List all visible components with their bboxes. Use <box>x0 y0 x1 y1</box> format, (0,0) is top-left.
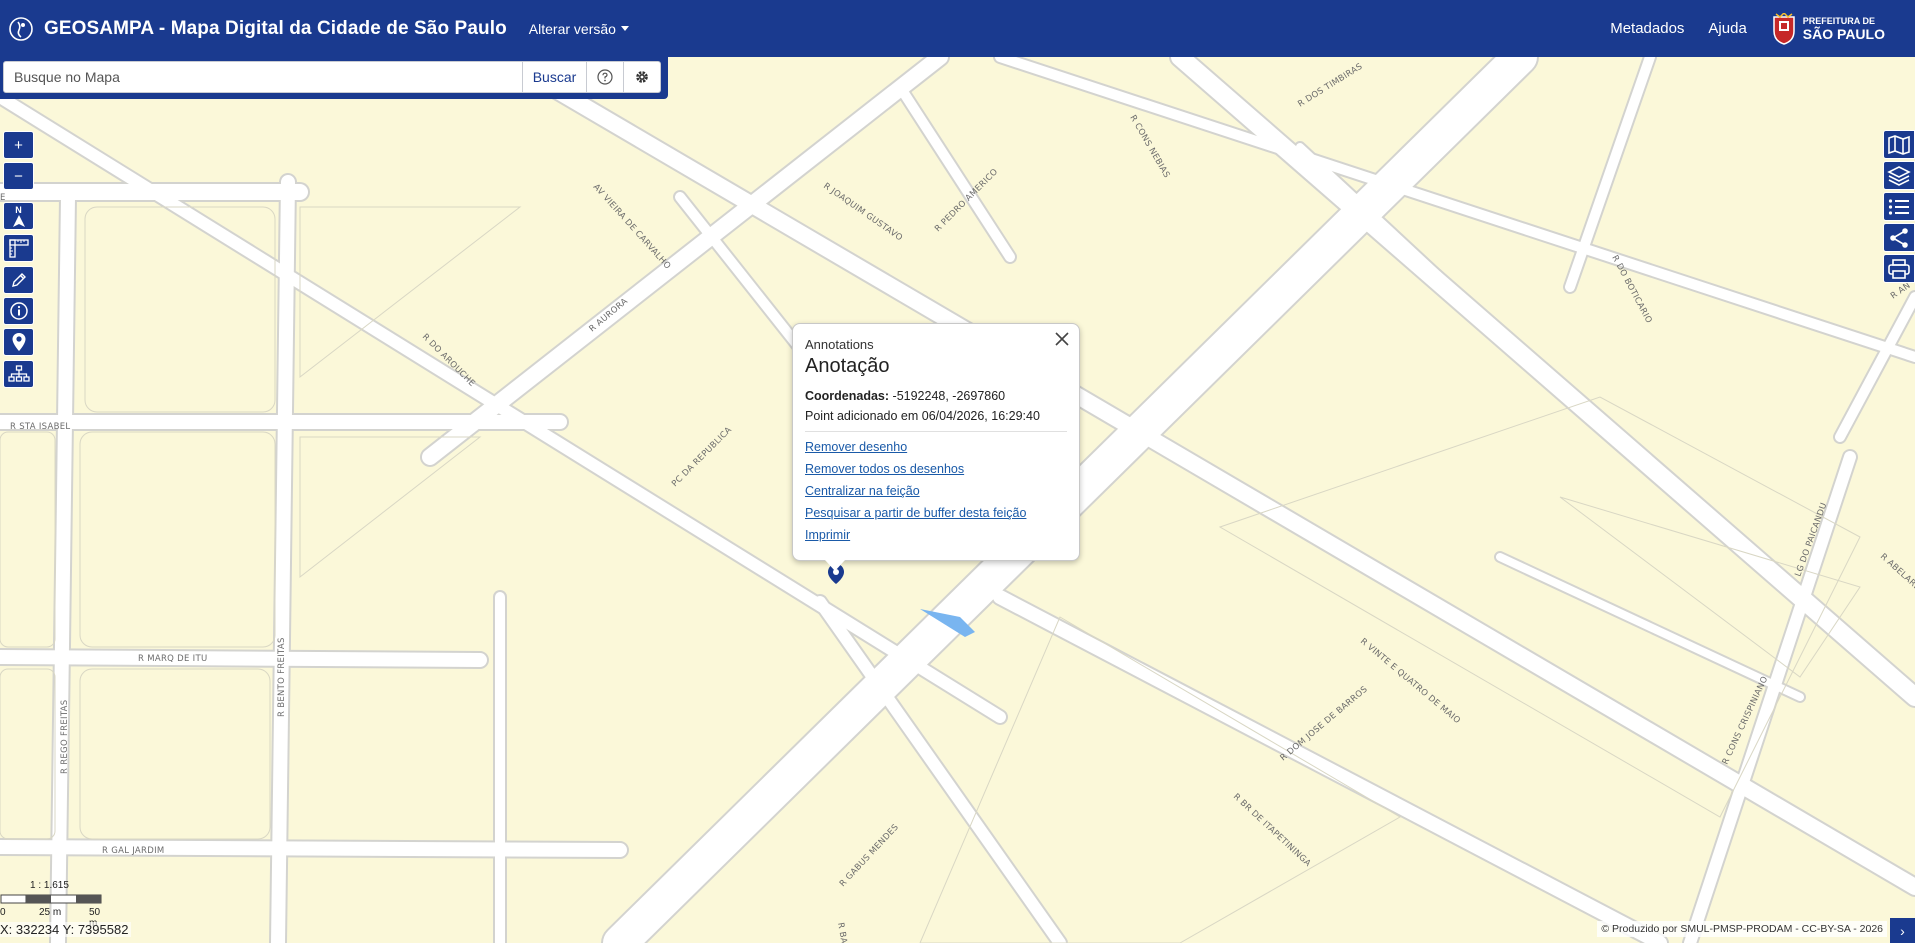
version-dropdown-label: Alterar versão <box>528 20 616 37</box>
coordinates-label: Coordenadas: <box>805 389 890 403</box>
street-label: R REGO FREITAS <box>60 700 70 774</box>
marker-button[interactable] <box>3 328 34 356</box>
street-label: R MARQ DE ITU <box>138 654 208 664</box>
print-link[interactable]: Imprimir <box>805 524 1067 546</box>
mouse-coordinates: X: 332234 Y: 7395582 <box>0 922 132 937</box>
remove-drawing-link[interactable]: Remover desenho <box>805 436 1067 458</box>
info-icon <box>9 302 28 320</box>
prefeitura-logo[interactable]: PREFEITURA DE SÃO PAULO <box>1771 12 1885 45</box>
map-pin-icon <box>12 333 25 351</box>
scale-tick-1: 25 m <box>39 907 62 918</box>
app-title: GEOSAMPA - Mapa Digital da Cidade de São… <box>44 17 507 39</box>
street-label: R GAL JARDIM <box>102 846 165 856</box>
remove-all-drawings-link[interactable]: Remover todos os desenhos <box>805 458 1067 480</box>
geosampa-app: R CONS NEBIAS R DOS TIMBIRAS AV VIEIRA D… <box>0 0 1915 943</box>
scale-bar: 1 : 1.615 0 25 m 50 m <box>0 880 105 929</box>
question-circle-icon <box>597 69 613 85</box>
print-button[interactable] <box>1883 254 1915 283</box>
search-button[interactable]: Buscar <box>523 61 587 93</box>
map-icon <box>1888 134 1910 155</box>
prefeitura-logo-text: PREFEITURA DE SÃO PAULO <box>1802 15 1885 42</box>
north-label: N <box>15 204 22 215</box>
coordinates-value: -5192248, -2697860 <box>892 389 1006 403</box>
legend-button[interactable] <box>1883 192 1915 221</box>
printer-icon <box>1888 258 1910 279</box>
search-input[interactable] <box>3 61 523 93</box>
geosampa-logo-icon <box>9 16 33 41</box>
version-dropdown[interactable]: Alterar versão <box>529 21 629 37</box>
attribution-toggle-button[interactable]: › <box>1890 918 1915 943</box>
popup-divider <box>805 431 1067 432</box>
zoom-out-button[interactable]: − <box>3 162 34 190</box>
header-bar: GEOSAMPA - Mapa Digital da Cidade de São… <box>0 0 1915 57</box>
logo-line-1: PREFEITURA DE <box>1802 15 1875 26</box>
search-bar: Buscar <box>0 57 668 99</box>
gear-icon <box>636 71 648 83</box>
scale-graphic <box>0 894 102 904</box>
settings-button[interactable] <box>624 61 661 93</box>
north-arrow-icon <box>12 214 25 227</box>
center-feature-link[interactable]: Centralizar na feição <box>805 480 1067 502</box>
layers-icon <box>1887 165 1911 186</box>
info-button[interactable] <box>3 297 34 325</box>
attribution-text: © Produzido por SMUL-PMSP-PRODAM - CC-BY… <box>1597 921 1887 937</box>
help-button[interactable] <box>587 61 624 93</box>
popup-title: Anotação <box>805 355 890 377</box>
city-coat-of-arms-icon <box>1773 12 1795 45</box>
zoom-in-button[interactable]: + <box>3 131 34 159</box>
nav-metadados[interactable]: Metadados <box>1610 20 1684 37</box>
logo-line-2: SÃO PAULO <box>1802 25 1885 42</box>
popup-added-date: Point adicionado em 06/04/2026, 16:29:40 <box>805 409 1040 423</box>
top-nav: Metadados Ajuda PREFEITURA DE SÃO PAULO <box>1610 12 1915 45</box>
share-button[interactable] <box>1883 223 1915 252</box>
basemap-button[interactable] <box>1883 130 1915 159</box>
layers-button[interactable] <box>1883 161 1915 190</box>
hierarchy-button[interactable] <box>3 360 34 388</box>
street-label: R BENTO FREITAS <box>277 637 287 717</box>
popup-subtitle: Annotations <box>805 337 874 352</box>
popup-coordinates: Coordenadas: -5192248, -2697860 <box>805 386 1067 406</box>
list-icon <box>1888 198 1909 215</box>
scale-tick-0: 0 <box>0 907 6 918</box>
caret-down-icon <box>620 26 629 31</box>
nav-ajuda[interactable]: Ajuda <box>1708 20 1746 37</box>
measure-button[interactable] <box>3 234 34 262</box>
buffer-search-link[interactable]: Pesquisar a partir de buffer desta feiçã… <box>805 502 1067 524</box>
sitemap-icon <box>7 365 30 382</box>
annotation-popup: Annotations Anotação Coordenadas: -51922… <box>792 323 1080 571</box>
draw-button[interactable] <box>3 266 34 294</box>
share-icon <box>1890 227 1908 248</box>
north-arrow-button[interactable]: N <box>3 202 34 230</box>
scale-ratio: 1 : 1.615 <box>30 880 69 891</box>
close-icon[interactable] <box>1051 328 1073 350</box>
pencil-icon <box>11 273 26 287</box>
street-label: R STA ISABEL <box>10 422 70 432</box>
ruler-icon <box>8 239 29 258</box>
